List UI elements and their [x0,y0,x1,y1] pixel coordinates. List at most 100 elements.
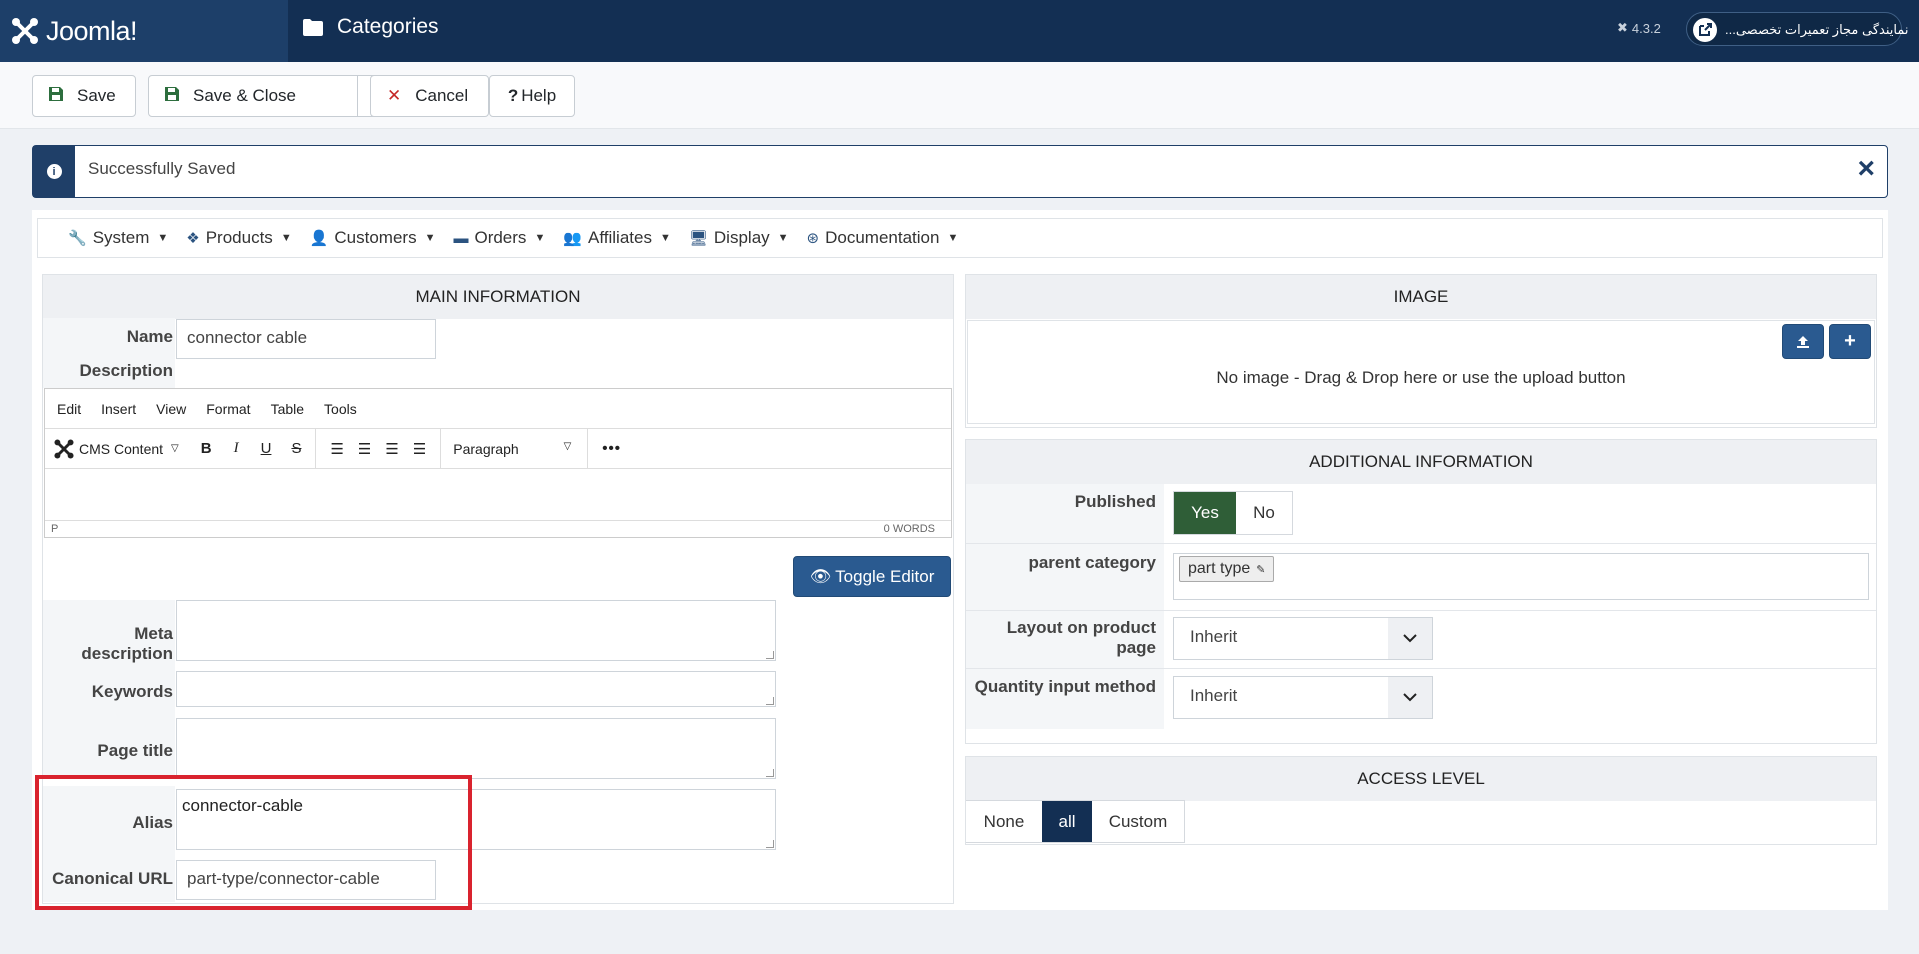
published-toggle: Yes No [1173,491,1293,535]
add-image-button[interactable]: + [1829,324,1871,359]
resize-handle[interactable] [766,769,774,777]
editor-menu-tools[interactable]: Tools [324,401,357,417]
resize-handle[interactable] [766,840,774,848]
nav-item-customers[interactable]: 👤 Customers ▼ [310,228,436,248]
toggle-editor-button[interactable]: 👁 Toggle Editor [793,556,951,597]
cms-content-dropdown[interactable]: CMS Content ▽ [53,438,179,460]
nav-item-system[interactable]: 🔧 System ▼ [68,228,168,248]
editor-menu-insert[interactable]: Insert [101,401,136,417]
parent-category-tag[interactable]: part type ✎ [1179,556,1275,582]
page-title-text: Categories [337,15,439,38]
save-close-button[interactable]: Save & Close [148,75,405,117]
underline-icon[interactable]: U [261,440,272,457]
resize-handle[interactable] [766,697,774,705]
editor-path: P [51,523,59,535]
nav-item-documentation[interactable]: ⊛ Documentation ▼ [807,228,959,248]
caret-down-icon: ▼ [280,232,292,244]
save-close-label: Save & Close [193,86,296,105]
question-icon: ? [507,86,519,105]
block-format-value: Paragraph [453,440,519,457]
meta-description-label: Meta description [81,624,173,663]
meta-description-textarea[interactable] [176,600,776,661]
editor-body[interactable] [45,469,951,521]
access-level-heading: ACCESS LEVEL [966,757,1876,801]
editor-menu-edit[interactable]: Edit [57,401,81,417]
nav-item-products[interactable]: ❖ Products ▼ [186,228,291,248]
caret-down-icon: ▼ [659,232,671,244]
help-button[interactable]: ? Help [489,75,575,117]
parent-category-select[interactable]: part type ✎ [1173,553,1869,600]
resize-handle[interactable] [766,651,774,659]
eye-icon: 👁 [809,566,832,586]
editor-menubar: Edit Insert View Format Table Tools [45,389,951,429]
editor-menu-format[interactable]: Format [206,401,250,417]
separator [587,428,589,469]
highlight-box [35,775,472,910]
chevron-down-icon [1388,618,1432,659]
alert-close-button[interactable]: × [1857,152,1875,186]
quantity-method-value: Inherit [1190,686,1238,705]
page-title-textarea[interactable] [176,718,776,779]
more-icon[interactable]: ••• [602,440,621,457]
upload-icon [1797,335,1809,348]
close-icon: ✕ [387,86,402,105]
editor-toolbar: CMS Content ▽ B I U S ☰ ☰ ☰ ☰ Paragraph … [45,428,951,469]
joomla-icon [54,438,74,459]
view-site-button[interactable]: نمایندگی مجاز تعمیرات تخصصی... [1686,12,1909,46]
caret-down-icon: ▼ [947,232,959,244]
italic-icon[interactable]: I [234,440,239,457]
access-custom-option[interactable]: Custom [1092,801,1184,842]
access-all-option[interactable]: all [1042,801,1092,842]
nav-label: Documentation [825,228,940,247]
bold-icon[interactable]: B [201,440,212,457]
quantity-method-select[interactable]: Inherit [1173,676,1433,719]
joomla-logo[interactable]: Joomla! [0,0,288,62]
align-justify-icon[interactable]: ☰ [413,440,426,458]
additional-info-heading: ADDITIONAL INFORMATION [966,440,1876,484]
upload-image-button[interactable] [1782,324,1824,359]
save-label: Save [77,86,116,105]
top-header: Joomla! Categories ✖ 4.3.2 نمایندگی مجاز… [0,0,1919,62]
main-information-heading: MAIN INFORMATION [43,275,953,319]
save-button[interactable]: Save [32,75,136,117]
name-input[interactable]: connector cable [176,319,436,359]
description-label: Description [79,361,173,380]
strikethrough-icon[interactable]: S [291,440,301,457]
block-format-dropdown[interactable]: Paragraph ▽ [449,441,579,457]
help-label: Help [521,86,557,105]
brand-name: Joomla! [46,15,138,46]
word-count: 0 WORDS [883,523,935,535]
layout-select[interactable]: Inherit [1173,617,1433,660]
align-center-icon[interactable]: ☰ [358,440,371,458]
access-level-toggle: None all Custom [966,800,1185,843]
access-none-option[interactable]: None [966,801,1042,842]
parent-category-label: parent category [1028,553,1156,572]
description-editor[interactable]: Edit Insert View Format Table Tools CMS … [44,388,952,538]
nav-item-display[interactable]: 🖥 Display ▼ [689,228,789,248]
nav-label: Products [205,228,273,247]
user-icon: 👤 [309,230,329,247]
editor-menu-table[interactable]: Table [271,401,304,417]
cubes-icon: ❖ [186,230,200,247]
published-no-option[interactable]: No [1236,492,1292,534]
pencil-icon[interactable]: ✎ [1256,563,1265,576]
separator [440,428,442,469]
align-left-icon[interactable]: ☰ [330,440,343,458]
nav-item-affiliates[interactable]: 👥 Affiliates ▼ [563,228,671,248]
editor-menu-view[interactable]: View [156,401,186,417]
lifebuoy-icon: ⊛ [806,230,820,247]
align-right-icon[interactable]: ☰ [385,440,398,458]
page-title-label: Page title [97,741,173,760]
nav-item-orders[interactable]: ▬ Orders ▼ [453,228,545,248]
published-label: Published [1074,492,1156,511]
published-yes-option[interactable]: Yes [1174,492,1236,534]
joomla-icon [12,18,38,44]
monitor-icon: 🖥 [688,230,708,247]
quantity-method-label: Quantity input method [974,677,1156,696]
keywords-textarea[interactable] [176,671,776,707]
caret-down-icon: ▼ [534,232,546,244]
image-dropzone[interactable]: No image - Drag & Drop here or use the u… [967,320,1875,424]
users-icon: 👥 [563,230,583,247]
info-icon: i [46,164,62,179]
cancel-button[interactable]: ✕ Cancel [370,75,489,117]
